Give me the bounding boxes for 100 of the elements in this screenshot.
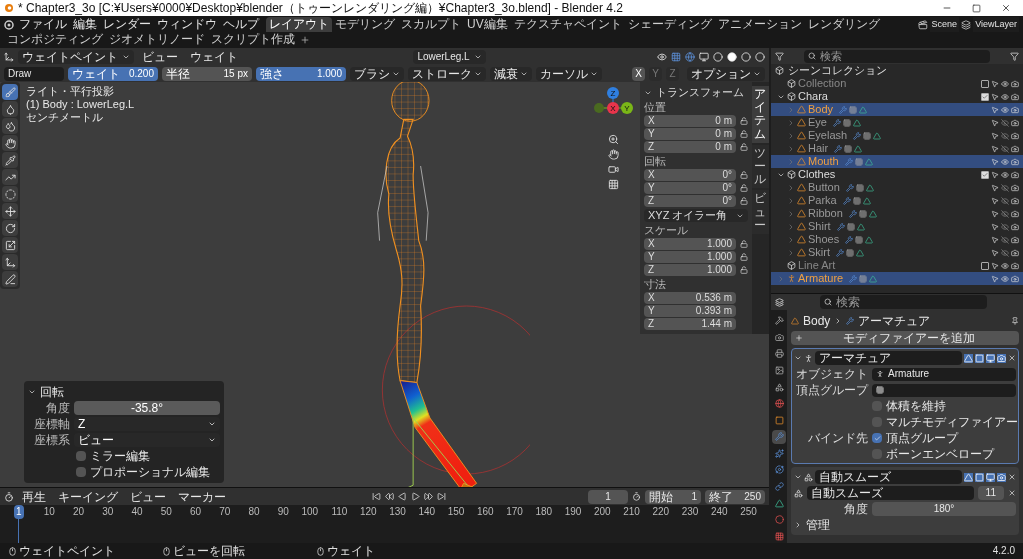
number-field[interactable]: Y 1.000 [644, 251, 736, 263]
search-field[interactable]: 検索 [804, 49, 990, 63]
zoom-icon[interactable] [607, 134, 619, 145]
workspace-tab[interactable]: シェーディング [624, 17, 715, 32]
menu-item[interactable]: ヘルプ [220, 17, 262, 32]
material-shading-icon[interactable] [741, 51, 751, 62]
dropdown-menu[interactable]: ストローク [408, 66, 486, 81]
outliner-row[interactable]: Shoes [771, 233, 1023, 246]
eye-icon[interactable] [1001, 261, 1009, 270]
tool-button[interactable] [2, 152, 18, 168]
pan-icon[interactable] [607, 149, 619, 160]
menu-item[interactable]: 編集 [70, 17, 100, 32]
checkbox[interactable] [76, 467, 86, 477]
view-layer-field[interactable]: ViewLayer [973, 17, 1019, 32]
dropdown[interactable]: XYZ オイラー角 [644, 209, 748, 222]
workspace-tab[interactable]: テクスチャペイント [510, 17, 625, 32]
dropdown-menu[interactable]: カーソル [536, 66, 602, 81]
vertex-group-field[interactable] [872, 383, 1016, 397]
search-field[interactable]: 検索 [820, 295, 987, 309]
previous-key-icon[interactable] [385, 492, 394, 501]
bone-selector[interactable]: LowerLeg.L [413, 49, 486, 64]
camera-icon[interactable] [1011, 248, 1019, 257]
number-field[interactable]: Z 0° [644, 195, 736, 207]
chevron-icon[interactable] [794, 473, 802, 481]
lock-icon[interactable] [740, 253, 748, 261]
camera-icon[interactable] [1011, 118, 1019, 127]
dropdown-menu[interactable]: 減衰 [490, 66, 532, 81]
camera-icon[interactable] [1011, 196, 1019, 205]
properties-tab[interactable] [772, 430, 786, 444]
properties-tab[interactable] [772, 446, 786, 461]
outliner-row[interactable]: Mouth [771, 155, 1023, 168]
mirror-axis-toggle[interactable]: X [632, 66, 645, 81]
subpanel-header[interactable]: 管理 [794, 518, 1016, 532]
camera-icon[interactable] [1011, 274, 1019, 283]
checkbox[interactable] [981, 261, 989, 270]
node-group-field[interactable]: 自動スムーズ [807, 486, 974, 500]
eye-closed-icon[interactable] [1001, 196, 1009, 205]
tool-button[interactable] [2, 84, 18, 100]
workspace-tab[interactable]: ジオメトリノード [106, 32, 208, 47]
cage-toggle-icon[interactable] [975, 353, 984, 363]
number-field[interactable]: 180° [872, 502, 1016, 516]
workspace-tab[interactable]: モデリング [332, 17, 398, 32]
editor-type-icon[interactable] [4, 491, 14, 502]
camera-icon[interactable] [1011, 222, 1019, 231]
properties-tab[interactable] [772, 380, 786, 394]
checkbox[interactable] [76, 451, 86, 461]
display-mode-icon[interactable] [775, 51, 784, 61]
number-field[interactable]: Z 1.44 m [644, 318, 736, 330]
properties-tab[interactable] [772, 314, 786, 328]
camera-icon[interactable] [1011, 144, 1019, 153]
view-layer-icon[interactable] [961, 19, 972, 30]
eye-closed-icon[interactable] [1001, 209, 1009, 218]
checkbox[interactable] [981, 79, 989, 88]
render-toggle-icon[interactable] [997, 472, 1006, 482]
lock-icon[interactable] [740, 130, 748, 138]
eye-closed-icon[interactable] [1001, 248, 1009, 257]
object-field[interactable]: Armature [872, 367, 1016, 381]
outliner-row[interactable]: Skirt [771, 246, 1023, 259]
number-field[interactable]: X 1.000 [644, 238, 736, 250]
visibility-icon[interactable] [657, 51, 667, 62]
properties-tab[interactable] [772, 396, 786, 411]
tool-button[interactable] [2, 237, 18, 253]
properties-tab[interactable] [772, 463, 786, 477]
add-workspace-icon[interactable] [300, 34, 310, 45]
tool-button[interactable] [2, 118, 18, 134]
brush-field[interactable]: Draw [4, 66, 64, 81]
menu-item[interactable]: キーイング [54, 489, 122, 504]
menu-item[interactable]: 再生 [18, 489, 50, 504]
eye-icon[interactable] [1001, 157, 1009, 166]
outliner-row[interactable]: Parka [771, 194, 1023, 207]
eye-closed-icon[interactable] [1001, 183, 1009, 192]
scene-field[interactable]: Scene [929, 17, 960, 32]
lock-icon[interactable] [740, 184, 748, 192]
jump-end-icon[interactable] [437, 492, 446, 501]
dropdown[interactable]: Z [74, 417, 220, 431]
eye-closed-icon[interactable] [1001, 131, 1009, 140]
filter-icon[interactable] [1010, 51, 1019, 61]
render-shading-icon[interactable] [755, 51, 765, 62]
chevron-icon[interactable] [28, 388, 36, 396]
camera-icon[interactable] [1011, 170, 1019, 179]
properties-tab[interactable] [772, 512, 786, 527]
camera-icon[interactable] [1011, 261, 1019, 270]
properties-tab[interactable] [772, 496, 786, 510]
modifier-name-field[interactable]: アーマチュア [815, 351, 962, 365]
eye-closed-icon[interactable] [1001, 144, 1009, 153]
sidebar-tab[interactable]: ビュー [752, 190, 769, 234]
eye-icon[interactable] [1001, 170, 1009, 179]
camera-icon[interactable] [1011, 235, 1019, 244]
tool-button[interactable] [2, 186, 18, 202]
overlay-icon[interactable] [685, 51, 695, 62]
eye-icon[interactable] [1001, 274, 1009, 283]
tool-button[interactable] [2, 203, 18, 219]
outliner-row[interactable]: Shirt [771, 220, 1023, 233]
eye-closed-icon[interactable] [1001, 235, 1009, 244]
outliner-row[interactable]: Collection [771, 77, 1023, 90]
lock-icon[interactable] [740, 266, 748, 274]
edit-mode-toggle-icon[interactable] [964, 472, 973, 482]
eye-closed-icon[interactable] [1001, 118, 1009, 127]
remove-icon[interactable] [1008, 473, 1016, 481]
number-field[interactable]: Y 0° [644, 182, 736, 194]
